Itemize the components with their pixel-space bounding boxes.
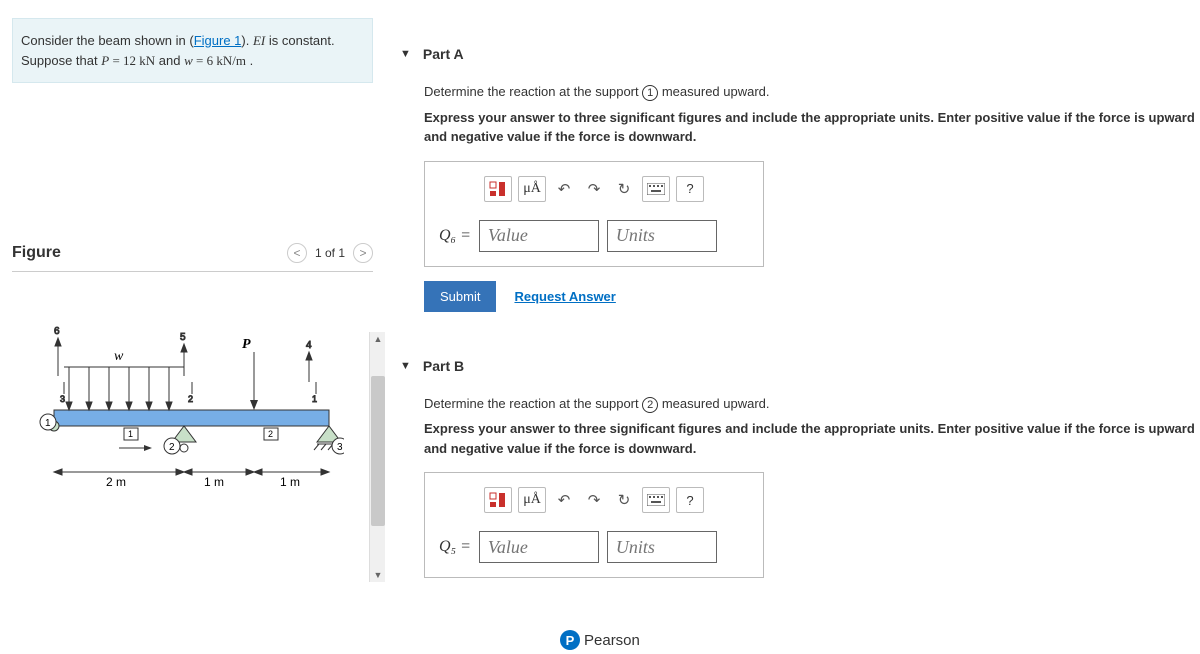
part-a-toolbar: μÅ ↶ ↷ ↻ ? (439, 176, 749, 202)
svg-text:6: 6 (54, 326, 60, 337)
footer-brand: P Pearson (560, 630, 640, 650)
part-b-answer-box: μÅ ↶ ↷ ↻ ? Q₅ = (424, 472, 764, 578)
part-a-value-input[interactable] (479, 220, 599, 252)
part-a-request-answer-link[interactable]: Request Answer (514, 289, 615, 304)
divider (12, 271, 373, 272)
redo-icon[interactable]: ↷ (582, 177, 606, 201)
svg-text:1: 1 (312, 394, 317, 404)
svg-text:w: w (114, 349, 124, 364)
scroll-up-icon[interactable]: ▲ (370, 332, 386, 346)
svg-text:1 m: 1 m (204, 475, 224, 489)
pearson-logo-icon: P (560, 630, 580, 650)
part-b-units-input[interactable] (607, 531, 717, 563)
problem-statement: Consider the beam shown in (Figure 1). E… (12, 18, 373, 83)
caret-down-icon: ▼ (400, 360, 411, 372)
part-b-description: Determine the reaction at the support 2 … (424, 394, 1200, 414)
keyboard-icon[interactable] (642, 487, 670, 513)
svg-text:3: 3 (337, 442, 343, 453)
part-b-variable: Q₅ = (439, 538, 471, 556)
caret-down-icon: ▼ (400, 48, 411, 60)
part-b-value-input[interactable] (479, 531, 599, 563)
help-button[interactable]: ? (676, 176, 704, 202)
part-a-header[interactable]: ▼ Part A (400, 40, 1200, 68)
part-b-instructions: Express your answer to three significant… (424, 419, 1200, 458)
reset-icon[interactable]: ↻ (612, 488, 636, 512)
templates-icon[interactable] (484, 176, 512, 202)
part-b-toolbar: μÅ ↶ ↷ ↻ ? (439, 487, 749, 513)
ei-symbol: EI (253, 33, 265, 48)
part-a-submit-button[interactable]: Submit (424, 281, 496, 312)
templates-icon[interactable] (484, 487, 512, 513)
part-a-instructions: Express your answer to three significant… (424, 108, 1200, 147)
part-a-answer-box: μÅ ↶ ↷ ↻ ? Q₆ = (424, 161, 764, 267)
help-button[interactable]: ? (676, 487, 704, 513)
part-a-units-input[interactable] (607, 220, 717, 252)
keyboard-icon[interactable] (642, 176, 670, 202)
part-a-variable: Q₆ = (439, 227, 471, 245)
figure-title: Figure (12, 244, 61, 262)
svg-text:5: 5 (180, 332, 186, 343)
scroll-thumb[interactable] (371, 376, 385, 526)
part-b-header[interactable]: ▼ Part B (400, 352, 1200, 380)
figure-scrollbar[interactable]: ▲ ▼ (369, 332, 385, 582)
scroll-down-icon[interactable]: ▼ (370, 568, 386, 582)
svg-text:2 m: 2 m (106, 475, 126, 489)
figure-prev-button[interactable]: < (287, 243, 307, 263)
undo-icon[interactable]: ↶ (552, 177, 576, 201)
svg-text:1: 1 (45, 418, 51, 429)
figure-pager: < 1 of 1 > (287, 243, 373, 263)
redo-icon[interactable]: ↷ (582, 488, 606, 512)
figure-next-button[interactable]: > (353, 243, 373, 263)
svg-text:2: 2 (169, 442, 175, 453)
part-a: ▼ Part A Determine the reaction at the s… (400, 40, 1200, 312)
undo-icon[interactable]: ↶ (552, 488, 576, 512)
micro-angstrom-button[interactable]: μÅ (518, 487, 546, 513)
svg-text:1: 1 (128, 429, 133, 439)
micro-angstrom-button[interactable]: μÅ (518, 176, 546, 202)
svg-text:4: 4 (306, 340, 312, 351)
figure-link[interactable]: Figure 1 (194, 33, 242, 48)
part-b: ▼ Part B Determine the reaction at the s… (400, 352, 1200, 579)
svg-text:P: P (242, 337, 251, 352)
svg-text:1 m: 1 m (280, 475, 300, 489)
reset-icon[interactable]: ↻ (612, 177, 636, 201)
part-a-description: Determine the reaction at the support 1 … (424, 82, 1200, 102)
svg-text:2: 2 (188, 394, 193, 404)
svg-text:3: 3 (60, 394, 65, 404)
svg-text:2: 2 (268, 429, 273, 439)
beam-figure: w P 1 2 3 1 2 6 5 4 3 (24, 322, 344, 502)
